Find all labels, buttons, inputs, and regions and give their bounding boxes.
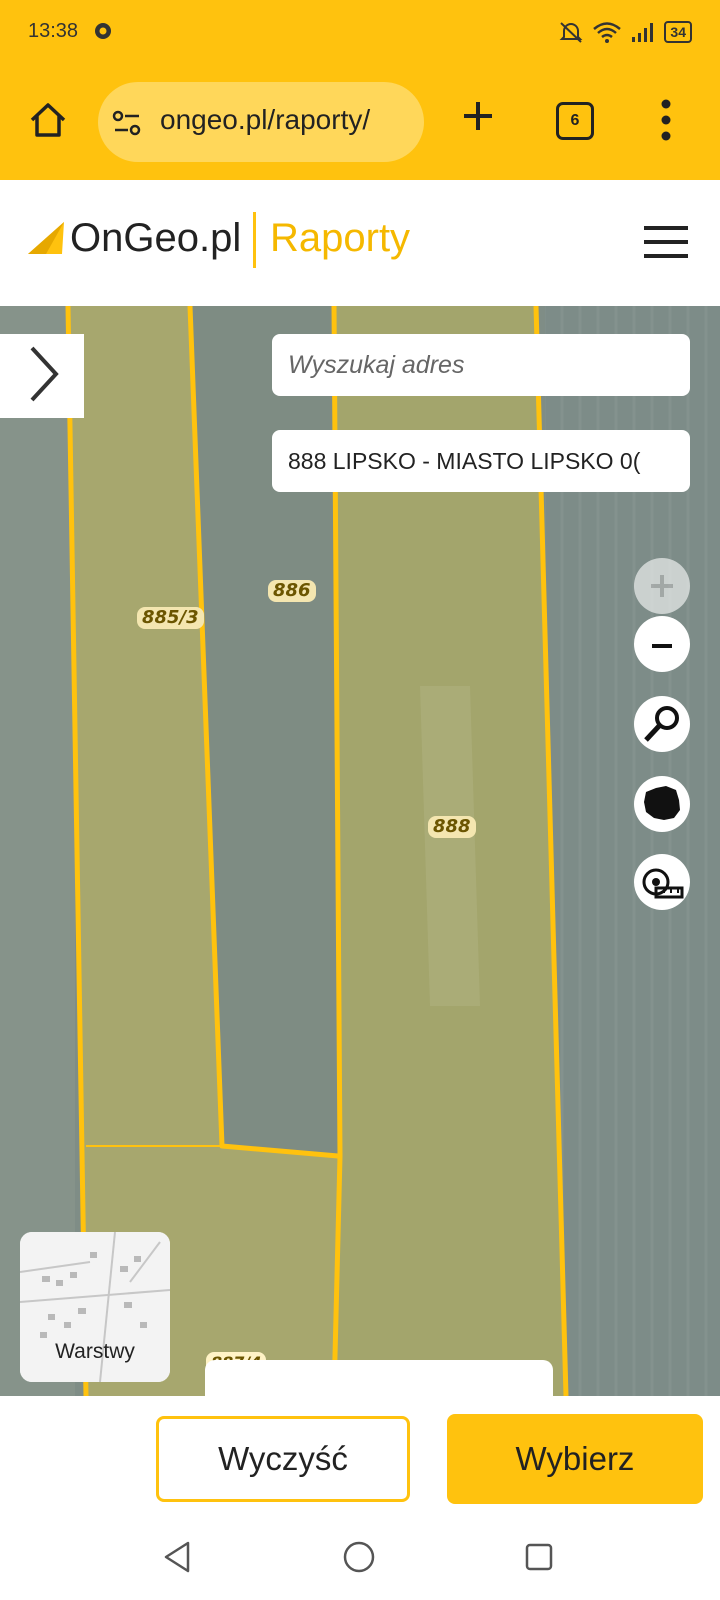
status-time: 13:38 — [28, 20, 79, 42]
country-extent-button[interactable] — [634, 776, 690, 832]
magnifier-icon — [644, 706, 679, 742]
battery-indicator: 34 — [664, 21, 692, 43]
map-view[interactable]: 885/3 886 888 887/4 888 LIPSKO - MIASTO … — [0, 306, 720, 1396]
site-logo[interactable]: OnGeo.pl — [70, 216, 241, 261]
wifi-icon — [593, 22, 622, 43]
logo-divider — [253, 212, 256, 268]
new-tab-icon[interactable] — [458, 96, 498, 136]
zoom-in-button[interactable] — [634, 558, 690, 614]
address-search-input[interactable] — [272, 334, 690, 396]
zoom-out-button[interactable] — [634, 616, 690, 672]
minus-icon — [652, 644, 672, 648]
tape-measure-icon — [642, 868, 684, 899]
status-icons: 34 — [558, 20, 692, 44]
hamburger-menu-icon[interactable] — [644, 224, 688, 260]
plus-icon — [651, 575, 673, 597]
recents-icon[interactable] — [524, 1542, 554, 1572]
status-bar: 13:38 34 — [0, 0, 720, 70]
clear-button[interactable]: Wyczyść — [156, 1416, 410, 1502]
layers-label: Warstwy — [55, 1340, 135, 1363]
layers-button[interactable]: Warstwy — [20, 1232, 170, 1382]
back-icon[interactable] — [162, 1540, 192, 1574]
poland-map-icon — [644, 786, 680, 820]
signal-icon — [632, 23, 654, 42]
browser-toolbar: ongeo.pl/raporty/ 6 — [0, 70, 720, 180]
bottom-sheet-handle[interactable] — [205, 1360, 553, 1396]
select-button[interactable]: Wybierz — [447, 1414, 703, 1504]
parcel-label[interactable]: 888 — [428, 816, 476, 838]
parcel-label[interactable]: 885/3 — [137, 607, 204, 629]
more-menu-icon[interactable] — [660, 98, 672, 142]
action-bar: Wyczyść Wybierz — [0, 1396, 720, 1518]
home-icon[interactable] — [28, 100, 68, 140]
system-nav-bar — [0, 1518, 720, 1600]
bell-off-icon — [560, 22, 583, 43]
open-panel-button[interactable] — [0, 334, 84, 418]
site-header: OnGeo.pl Raporty — [0, 180, 720, 306]
address-bar[interactable]: ongeo.pl/raporty/ — [98, 82, 424, 162]
chevron-right-icon — [30, 346, 59, 402]
search-map-button[interactable] — [634, 696, 690, 752]
section-title: Raporty — [270, 216, 411, 260]
ongeo-logo-icon — [28, 222, 64, 254]
tab-switcher-button[interactable]: 6 — [556, 102, 594, 140]
selected-parcel-result[interactable]: 888 LIPSKO - MIASTO LIPSKO 0( — [272, 430, 690, 492]
url-text: ongeo.pl/raporty/ — [160, 104, 371, 135]
parcel-label[interactable]: 886 — [268, 580, 316, 602]
home-nav-icon[interactable] — [342, 1540, 376, 1574]
measure-button[interactable] — [634, 854, 690, 910]
site-settings-icon[interactable] — [112, 108, 142, 138]
chrome-icon — [95, 23, 111, 39]
